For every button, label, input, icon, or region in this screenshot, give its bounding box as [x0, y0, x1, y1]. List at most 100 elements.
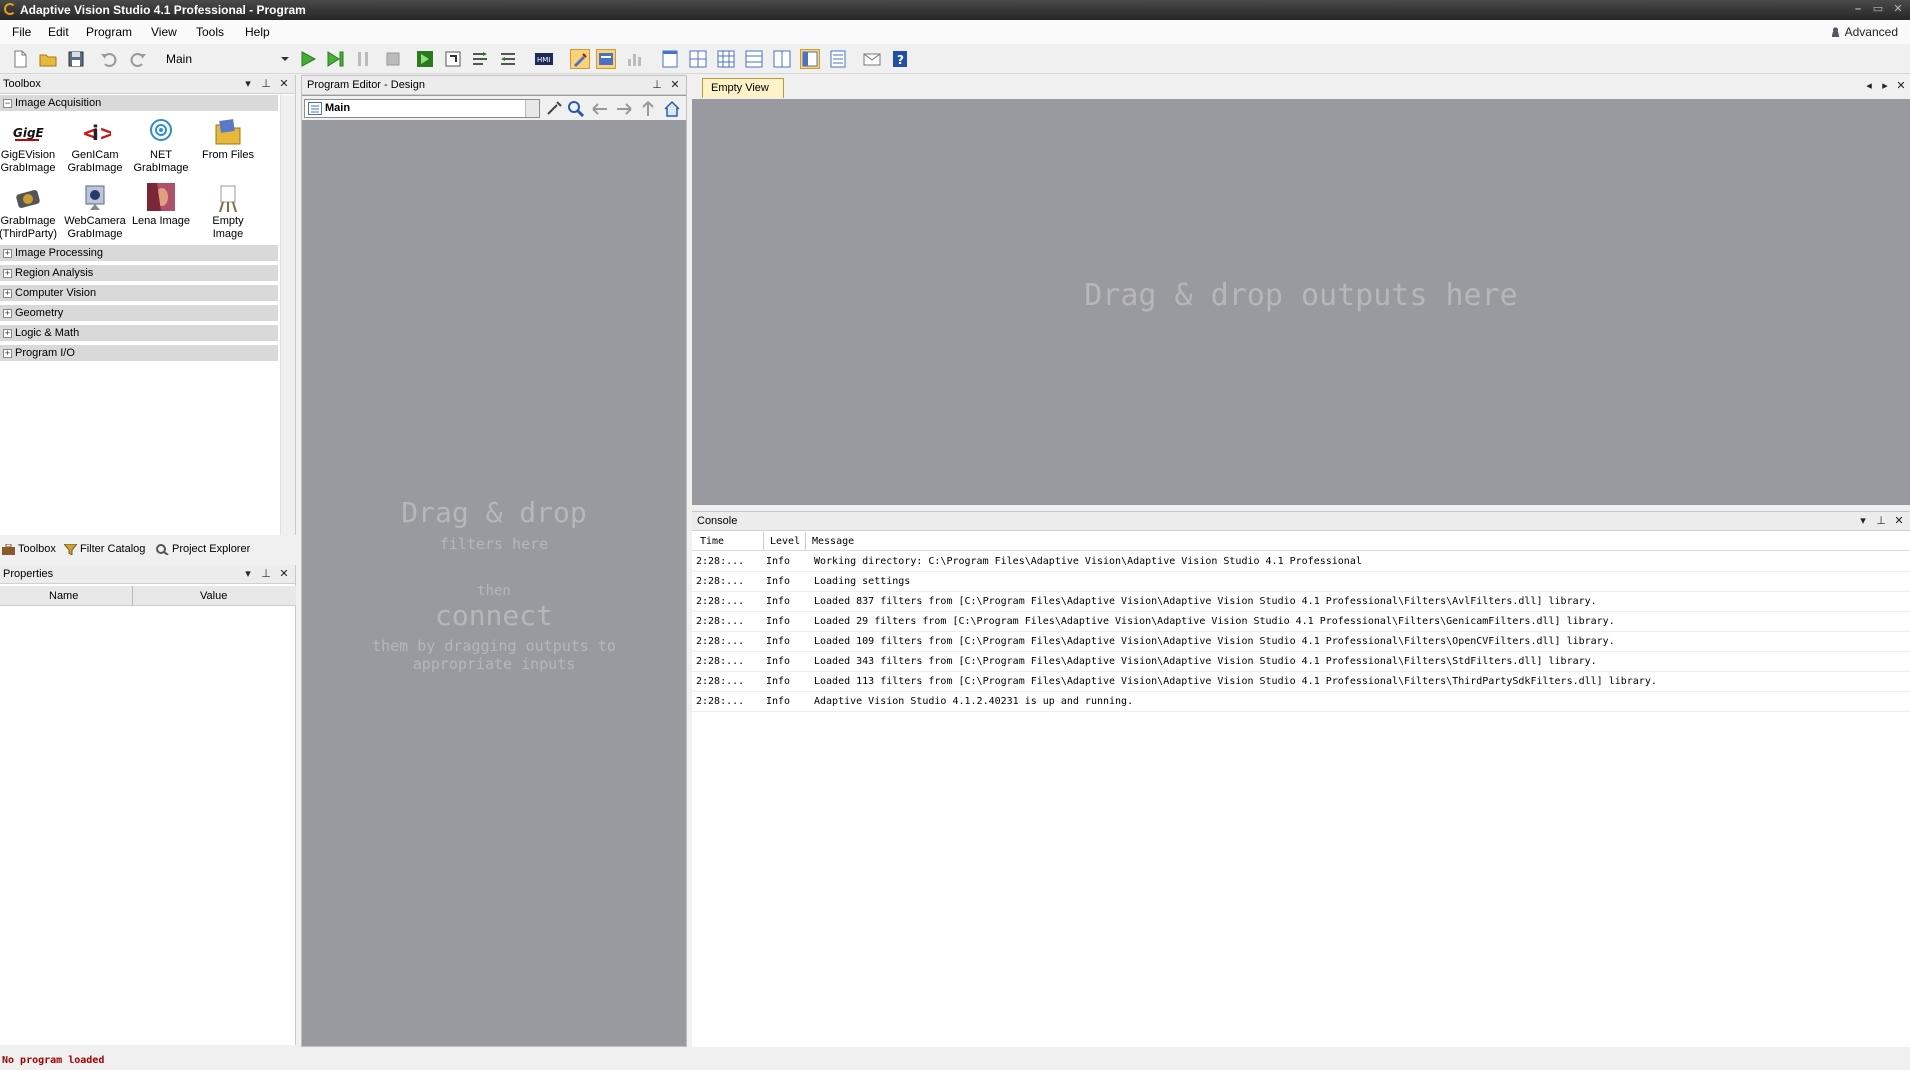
maximize-icon[interactable]: ▭: [1870, 2, 1886, 16]
back-arrow-icon[interactable]: [590, 99, 610, 118]
wand-icon[interactable]: [544, 99, 564, 118]
tab-project-explorer[interactable]: Project Explorer: [154, 541, 250, 558]
layout-grid-icon[interactable]: [716, 49, 736, 69]
scroll-left-icon[interactable]: ◂: [1862, 77, 1876, 96]
step-back-icon[interactable]: [498, 49, 518, 69]
layout-list-icon[interactable]: [828, 49, 848, 69]
redo-icon[interactable]: [128, 49, 148, 69]
step-into-icon[interactable]: [443, 49, 463, 69]
category-computer-vision[interactable]: + Computer Vision: [0, 285, 278, 302]
minimize-icon[interactable]: –: [1850, 2, 1866, 16]
row-level: Info: [766, 676, 791, 687]
stop-icon[interactable]: [383, 49, 403, 69]
macro-select[interactable]: Main: [163, 50, 291, 68]
save-icon[interactable]: [66, 49, 86, 69]
data-preview-icon[interactable]: [596, 49, 616, 69]
hmi-icon[interactable]: HMI: [534, 49, 554, 69]
dropdown-icon[interactable]: ▾: [1856, 512, 1870, 531]
pause-icon[interactable]: [353, 49, 373, 69]
mail-icon[interactable]: [862, 49, 882, 69]
category-image-processing[interactable]: + Image Processing: [0, 245, 278, 262]
tab-toolbox[interactable]: Toolbox: [0, 541, 56, 558]
close-icon[interactable]: ✕: [1894, 77, 1908, 96]
menu-tools[interactable]: Tools: [196, 25, 224, 39]
iterate-icon[interactable]: [325, 49, 345, 69]
tool-from-files[interactable]: From Files: [196, 117, 260, 162]
search-icon[interactable]: [566, 99, 586, 118]
tool-label: GrabImage: [67, 228, 123, 240]
category-logic-math[interactable]: + Logic & Math: [0, 325, 278, 342]
title-bar: Adaptive Vision Studio 4.1 Professional …: [0, 0, 1910, 20]
menu-view[interactable]: View: [151, 25, 177, 39]
tool-genicam[interactable]: < i > GenICam GrabImage: [63, 117, 127, 175]
dropdown-icon[interactable]: ▾: [241, 75, 255, 94]
editor-hint-line6: appropriate inputs: [412, 655, 576, 673]
step-over-icon[interactable]: [415, 49, 435, 69]
close-window-icon[interactable]: ✕: [1890, 2, 1906, 16]
undo-icon[interactable]: [99, 49, 119, 69]
console-row: 2:28:... Info Loaded 343 filters from [C:\…: [692, 652, 1910, 672]
help-icon[interactable]: ?: [890, 49, 910, 69]
run-icon[interactable]: [298, 49, 318, 69]
category-label: Logic & Math: [15, 327, 80, 339]
pin-icon[interactable]: ⊥: [259, 565, 273, 584]
close-icon[interactable]: ✕: [277, 565, 291, 584]
row-time: 2:28:...: [696, 676, 745, 687]
tool-gigevision[interactable]: GigE GigEVision GrabImage: [0, 117, 60, 175]
row-time: 2:28:...: [696, 656, 745, 667]
statistics-icon[interactable]: [625, 49, 645, 69]
tool-empty-image[interactable]: Empty Image: [196, 183, 260, 241]
row-time: 2:28:...: [696, 596, 745, 607]
tool-label: GrabImage: [0, 215, 56, 227]
toolbox-scrollbar[interactable]: [280, 95, 295, 535]
layout-single-icon[interactable]: [660, 49, 680, 69]
menu-help[interactable]: Help: [245, 25, 270, 39]
tab-filter-catalog[interactable]: Filter Catalog: [62, 541, 145, 558]
tool-label: From Files: [202, 149, 254, 161]
macro-dropdown[interactable]: Main: [304, 99, 540, 118]
user-mode[interactable]: Advanced: [1830, 25, 1898, 39]
tool-label: (ThirdParty): [0, 228, 58, 240]
tool-lena-image[interactable]: Lena Image: [129, 183, 193, 228]
row-message: Loaded 109 filters from [C:\Program File…: [814, 636, 1615, 647]
column-message: Message: [812, 536, 855, 547]
tab-empty-view[interactable]: Empty View: [702, 78, 784, 98]
menu-file[interactable]: File: [12, 25, 31, 39]
layout-columns-icon[interactable]: [772, 49, 792, 69]
console-row: 2:28:... Info Loaded 113 filters from [C:\…: [692, 672, 1910, 692]
open-folder-icon[interactable]: [38, 49, 58, 69]
forward-arrow-icon[interactable]: [614, 99, 634, 118]
design-mode-icon[interactable]: [570, 49, 590, 69]
menu-edit[interactable]: Edit: [48, 25, 69, 39]
tool-label: GrabImage: [67, 162, 123, 174]
home-icon[interactable]: [662, 99, 682, 118]
category-geometry[interactable]: + Geometry: [0, 305, 278, 322]
svg-text:HMI: HMI: [537, 56, 550, 64]
properties-panel: Properties ▾ ⊥ ✕ Name Value: [0, 565, 296, 1045]
expand-icon: +: [3, 268, 12, 278]
category-region-analysis[interactable]: + Region Analysis: [0, 265, 278, 282]
layout-sidebar-icon[interactable]: [800, 49, 820, 69]
dropdown-icon[interactable]: ▾: [241, 565, 255, 584]
pin-icon[interactable]: ⊥: [1874, 512, 1888, 531]
menu-program[interactable]: Program: [86, 25, 132, 39]
step-out-icon[interactable]: [470, 49, 490, 69]
tool-net[interactable]: NET GrabImage: [129, 117, 193, 175]
tool-webcamera[interactable]: WebCamera GrabImage: [63, 183, 127, 241]
layout-rows-icon[interactable]: [744, 49, 764, 69]
close-icon[interactable]: ✕: [1892, 512, 1906, 531]
scroll-right-icon[interactable]: ▸: [1878, 77, 1892, 96]
new-file-icon[interactable]: [10, 49, 30, 69]
tool-grabimage-thirdparty[interactable]: GrabImage (ThirdParty): [0, 183, 60, 241]
close-icon[interactable]: ✕: [277, 75, 291, 94]
layout-quad-icon[interactable]: [688, 49, 708, 69]
category-program-io[interactable]: + Program I/O: [0, 345, 278, 362]
data-view-area[interactable]: Empty View ◂ ▸ ✕ Drag & drop outputs her…: [692, 75, 1910, 505]
pin-icon[interactable]: ⊥: [259, 75, 273, 94]
lena-icon: [145, 183, 177, 213]
close-icon[interactable]: ✕: [668, 76, 682, 95]
up-arrow-icon[interactable]: [638, 99, 658, 118]
pin-icon[interactable]: ⊥: [650, 76, 664, 95]
category-image-acquisition[interactable]: − Image Acquisition: [0, 95, 278, 112]
category-label: Computer Vision: [15, 287, 97, 299]
